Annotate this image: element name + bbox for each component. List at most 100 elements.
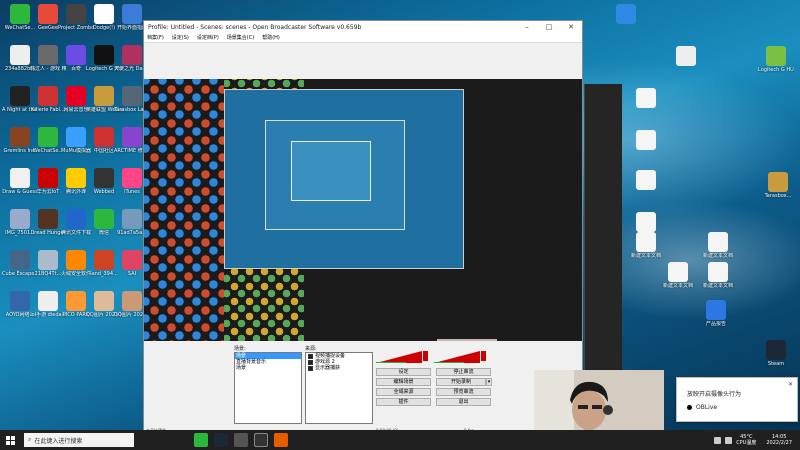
desktop-icon[interactable]: Logitech G HUB [758,46,794,73]
obs-control-panel: 场景: 场景 直播背景音乐 场景 来源: 视频捕捉设备 游戏源 2 显示器捕获 … [144,343,582,439]
minimize-icon[interactable]: – [516,23,538,31]
desktop-icon[interactable]: 新建文本文档 [700,232,736,259]
desktop-icon[interactable] [628,212,664,233]
desktop-icon[interactable]: 新建文本文档 [628,232,664,259]
close-icon[interactable]: ✕ [788,381,793,388]
checkbox[interactable] [308,353,313,359]
app-icon [94,209,114,229]
menu-settings[interactable]: 设定(S) [172,34,189,41]
app-icon [66,127,86,147]
steam-taskbar-icon[interactable] [214,433,228,447]
notification-item-label: OBLive [696,404,718,411]
menu-scene-collection[interactable]: 场景集合(C) [227,34,254,41]
app-icon [10,127,30,147]
scenes-list[interactable]: 场景 直播背景音乐 场景 [234,352,302,424]
mic-icon[interactable] [423,351,428,361]
desktop-icon[interactable]: Steam [758,340,794,367]
sources-label: 来源: [305,346,317,352]
exit-button[interactable]: 退出 [436,398,491,406]
clock-date: 2022/2/27 [766,440,792,446]
app-icon [38,209,58,229]
maximize-icon[interactable]: □ [538,23,560,31]
preview-recursive-window [224,89,464,269]
app-icon [10,168,30,188]
explorer-taskbar-icon[interactable] [234,433,248,447]
app-icon [66,168,86,188]
volume-ramp [434,351,480,363]
desktop-volume-meter[interactable] [434,351,486,363]
preview-webcam [437,339,497,341]
system-tray: 45°C CPU温度 14:05 2022/2/27 [714,430,800,450]
file-icon [766,46,786,66]
desktop-icon[interactable]: 新建文本文档 [660,262,696,289]
notification-toast[interactable]: ✕ 放映开启摄像头行为 OBLive [676,377,798,422]
desktop-icon-label: 产品报告 [705,321,726,327]
obs-window[interactable]: Profile: Untitled - Scenes: scenes - Ope… [143,20,583,440]
obs-side-panel[interactable] [584,84,622,370]
app-taskbar-icon[interactable] [274,433,288,447]
app-icon [94,291,114,311]
app-icon [122,168,142,188]
desktop-icon[interactable] [668,46,704,67]
stop-stream-button[interactable]: 停止串流 [436,368,491,376]
file-icon [768,172,788,192]
close-icon[interactable]: ✕ [560,23,582,31]
edit-scene-button[interactable]: 编辑场景 [376,378,431,386]
taskbar-clock[interactable]: 14:05 2022/2/27 [766,434,792,446]
source-item[interactable]: 显示器捕获 [306,365,372,371]
app-icon [122,127,142,147]
recording-dropdown-icon[interactable]: ▾ [486,378,492,386]
desktop-icon[interactable]: 新建文本文档 [700,262,736,289]
desktop-icon[interactable] [628,170,664,191]
cpu-temperature[interactable]: 45°C CPU温度 [736,434,756,446]
app-icon [94,45,114,65]
global-sources-button[interactable]: 全域来源 [376,388,431,396]
notification-item[interactable]: OBLive [687,404,717,411]
preview-recursive-window [291,141,371,201]
plugins-button[interactable]: 插件 [376,398,431,406]
desktop-icon[interactable]: 产品报告 [698,300,734,327]
notification-title: 放映开启摄像头行为 [687,391,742,398]
mic-volume-meter[interactable] [376,351,428,363]
scene-item[interactable]: 场景 [235,365,301,371]
desktop-icon[interactable] [628,130,664,151]
app-icon [38,86,58,106]
taskbar-search-input[interactable]: ⌕ 在此键入进行搜索 [24,433,134,447]
desktop-icon[interactable] [628,88,664,109]
preview-desktop-icons [144,79,224,341]
desktop-icon-label: 新建文本文档 [702,253,733,259]
app-icon [66,209,86,229]
start-recording-button[interactable]: 开始录制 [436,378,486,386]
volume-icon[interactable] [725,436,733,444]
app-icon [66,86,86,106]
menu-profile[interactable]: 设定档(P) [197,34,219,41]
obs-taskbar-icon[interactable] [254,433,268,447]
app-icon [10,4,30,24]
volume-ramp [376,351,422,363]
checkbox[interactable] [308,359,313,365]
file-icon [706,300,726,320]
bullet-icon [687,405,692,410]
checkbox[interactable] [308,365,313,371]
obs-titlebar[interactable]: Profile: Untitled - Scenes: scenes - Ope… [144,21,582,33]
speaker-icon[interactable] [481,351,486,361]
app-icon [38,291,58,311]
app-icon [122,209,142,229]
file-icon [636,232,656,252]
desktop-icon[interactable]: Tarasbox... [760,172,796,199]
windows-start-icon[interactable] [6,435,15,445]
app-icon [10,291,30,311]
app-icon [66,4,86,24]
scenes-label: 场景: [234,346,246,352]
obs-preview [144,79,582,341]
menu-file[interactable]: 档案(F) [147,34,164,41]
settings-button[interactable]: 设定 [376,368,431,376]
sources-list[interactable]: 视频捕捉设备 游戏源 2 显示器捕获 [305,352,373,424]
desktop-icon[interactable] [608,4,644,25]
menu-help[interactable]: 帮助(H) [262,34,280,41]
network-icon[interactable] [714,436,722,444]
file-icon [636,88,656,108]
wechat-taskbar-icon[interactable] [194,433,208,447]
app-icon [66,250,86,270]
preview-stream-button[interactable]: 预览串流 [436,388,491,396]
